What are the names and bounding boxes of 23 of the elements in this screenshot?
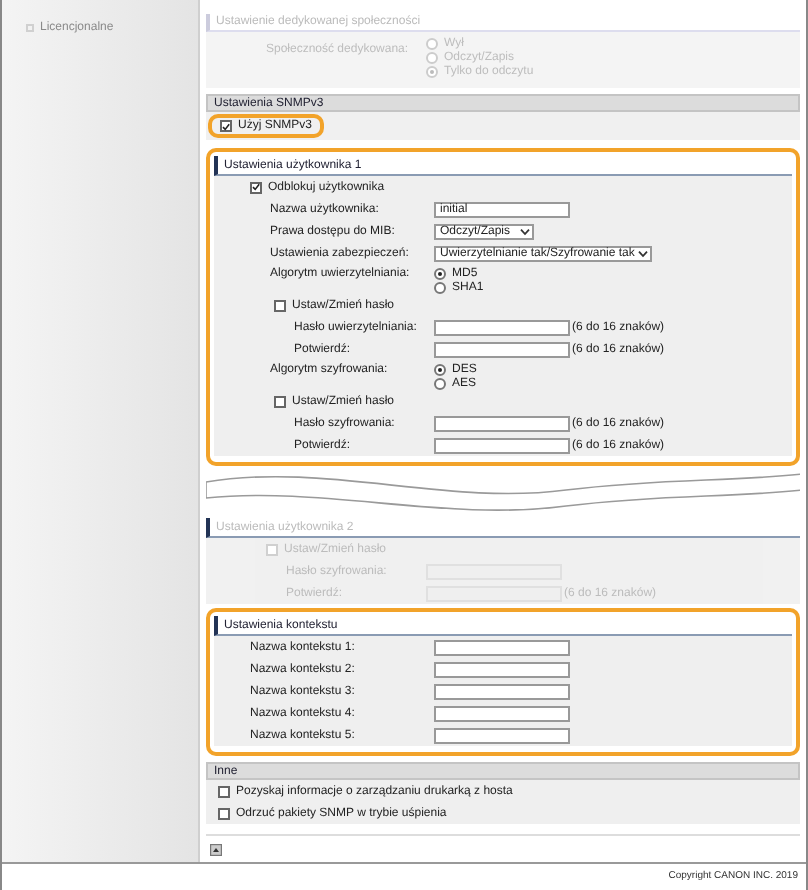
text-field[interactable] (434, 705, 570, 721)
checkbox[interactable] (218, 807, 230, 819)
text-field[interactable] (434, 415, 570, 431)
text-field[interactable] (434, 319, 570, 335)
checkbox[interactable] (218, 785, 230, 797)
checkbox[interactable] (220, 120, 232, 132)
radio-button[interactable] (434, 378, 446, 390)
radio-button[interactable] (434, 268, 446, 280)
text-field[interactable] (434, 661, 570, 677)
radio-button[interactable] (434, 364, 446, 376)
text-field[interactable] (434, 727, 570, 743)
checkbox[interactable] (250, 181, 262, 193)
radio-button[interactable] (434, 282, 446, 294)
text-field[interactable] (434, 639, 570, 655)
text-field[interactable] (434, 437, 570, 453)
back-to-top-icon[interactable] (210, 843, 222, 855)
bullet-icon (26, 24, 34, 32)
checkbox[interactable] (274, 395, 286, 407)
text-field[interactable] (434, 341, 570, 357)
caret-icon (638, 249, 649, 257)
text-field[interactable] (434, 683, 570, 699)
caret-icon (520, 227, 530, 235)
checkbox[interactable] (274, 299, 286, 311)
